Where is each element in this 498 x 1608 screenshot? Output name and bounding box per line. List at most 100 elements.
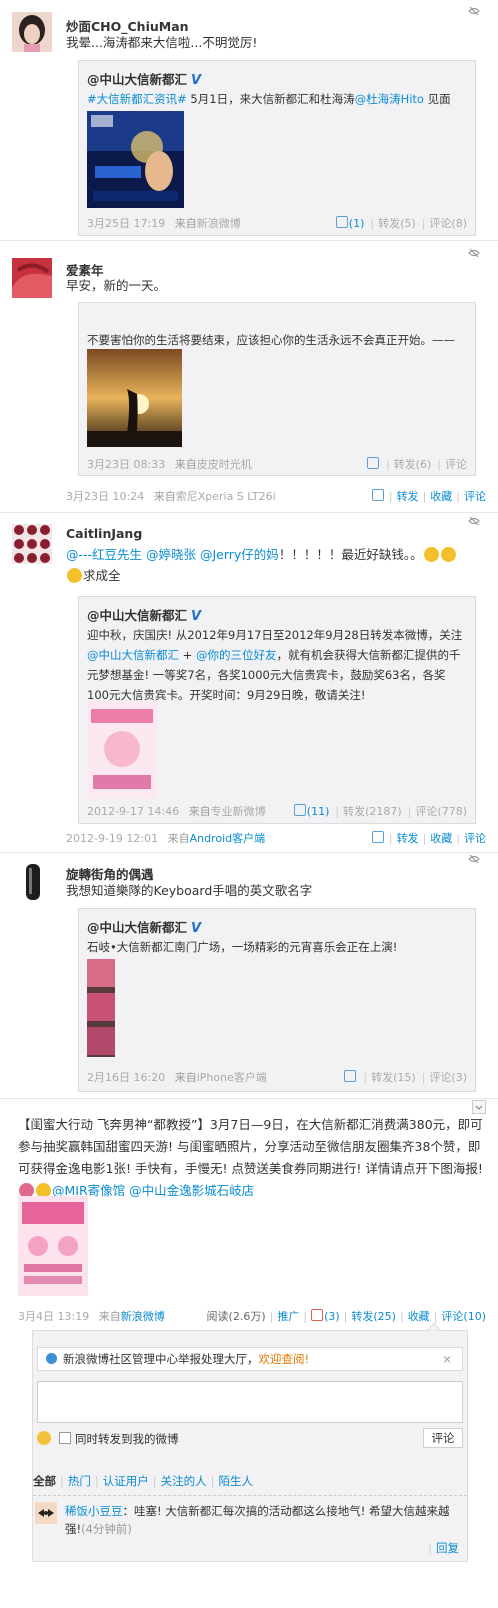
emoji-button[interactable] xyxy=(37,1431,51,1445)
comment-link[interactable]: 评论 xyxy=(445,458,467,471)
post-text: 我晕...海涛都来大信啦...不明觉厉! xyxy=(66,35,258,50)
filter-verified[interactable]: 认证用户 xyxy=(103,1474,149,1488)
feed-item: 旋轉街角的偶遇 我想知道樂隊的Keyboard手唱的英文歌名字 @中山大信新都汇… xyxy=(0,852,498,1099)
pointer-arrow xyxy=(427,1323,441,1331)
forwarded-post: @中山大信新都汇 V 迎中秋，庆国庆! 从2012年9月17日至2012年9月28… xyxy=(78,596,476,824)
verified-icon: V xyxy=(191,921,202,936)
photo-thumbnail[interactable] xyxy=(87,349,182,447)
like-button[interactable]: (1) xyxy=(330,216,364,230)
info-icon xyxy=(46,1353,57,1364)
forward-link[interactable]: 转发(5) xyxy=(378,217,416,230)
thumbs-up-icon xyxy=(366,457,379,469)
submit-comment-button[interactable]: 评论 xyxy=(423,1428,463,1448)
forward-link[interactable]: 转发(6) xyxy=(394,458,432,471)
post-meta: 2012-9-19 12:01 来自Android客户端 | 转发 | 收藏 | 评论 xyxy=(66,831,486,845)
like-button[interactable]: (3) xyxy=(311,1309,340,1323)
like-button[interactable] xyxy=(361,457,380,471)
comment-link[interactable]: 评论(8) xyxy=(429,217,467,230)
feed-item: 爱素年 早安，新的一天。 不要害怕你的生活将要结束，应该担心你的生活永远不会真正… xyxy=(0,240,498,513)
also-forward-label: 同时转发到我的微博 xyxy=(75,1432,179,1446)
crying-emoji-icon xyxy=(440,547,456,562)
comment-button[interactable]: 评论 xyxy=(464,832,486,845)
comment-user-name[interactable]: 稀饭小豆豆 xyxy=(65,1504,123,1518)
also-forward-checkbox[interactable] xyxy=(59,1432,71,1444)
poster-thumbnail[interactable] xyxy=(18,1196,88,1296)
favorite-button[interactable]: 收藏 xyxy=(430,832,452,845)
like-button[interactable] xyxy=(368,489,385,503)
filter-all[interactable]: 全部 xyxy=(33,1474,56,1488)
timestamp-link[interactable]: 2月16日 16:20 xyxy=(87,1071,165,1084)
thumbs-up-icon xyxy=(293,804,306,816)
collapse-button[interactable] xyxy=(472,1100,486,1114)
crying-emoji-icon xyxy=(67,568,82,583)
mention-link[interactable]: @中山大信新都汇 xyxy=(87,648,179,662)
source-link[interactable]: Android客户端 xyxy=(190,832,266,845)
mention-link[interactable]: @杜海涛Hito xyxy=(355,92,424,106)
avatar[interactable] xyxy=(12,12,52,52)
mention-links[interactable]: @---红豆先生 @婷晓张 @Jerry仔的妈 xyxy=(66,547,279,562)
timestamp-link[interactable]: 2012-9-17 14:46 xyxy=(87,805,179,818)
timestamp-link[interactable]: 3月23日 10:24 xyxy=(66,490,144,503)
forwarded-meta: 3月25日 17:19 来自新浪微博 (1) | 转发(5) | 评论(8) xyxy=(87,216,467,230)
promote-button[interactable]: 推广 xyxy=(277,1310,299,1323)
poster-thumbnail[interactable] xyxy=(87,111,184,208)
source-link[interactable]: 索尼Xperia S LT26i xyxy=(176,490,276,503)
like-button[interactable] xyxy=(338,1070,357,1084)
hide-icon[interactable] xyxy=(468,248,480,258)
avatar[interactable] xyxy=(12,258,52,298)
timestamp-link[interactable]: 3月23日 08:33 xyxy=(87,458,165,471)
forward-button[interactable]: 转发(25) xyxy=(351,1310,396,1323)
comment-button[interactable]: 评论 xyxy=(464,490,486,503)
forwarded-user-name[interactable]: @中山大信新都汇 xyxy=(87,608,187,623)
comment-link[interactable]: 评论(3) xyxy=(429,1071,467,1084)
mention-link[interactable]: @你的三位好友 xyxy=(196,648,277,662)
main-post-meta: 3月4日 13:19 来自新浪微博 阅读(2.6万) | 推广 | (3) | 转发(25)… xyxy=(18,1309,486,1323)
feed-item: 炒面CHO_ChiuMan 我晕...海涛都来大信啦...不明觉厉! @中山大信… xyxy=(0,0,498,241)
forwarded-meta: 3月23日 08:33 来自皮皮时光机 | 转发(6) | 评论 xyxy=(87,457,467,471)
like-button[interactable]: (11) xyxy=(288,804,329,818)
avatar[interactable] xyxy=(12,524,52,564)
comment-link[interactable]: 评论(778) xyxy=(415,805,467,818)
timestamp-link[interactable]: 3月4日 13:19 xyxy=(18,1310,89,1323)
avatar[interactable] xyxy=(12,862,52,902)
hide-icon[interactable] xyxy=(468,6,480,16)
like-button[interactable] xyxy=(368,831,385,845)
source-link[interactable]: iPhone客户端 xyxy=(197,1071,267,1084)
source-link[interactable]: 新浪微博 xyxy=(197,217,241,230)
forward-button[interactable]: 转发 xyxy=(397,832,419,845)
thumbs-up-icon xyxy=(311,1309,324,1321)
close-icon[interactable]: × xyxy=(442,1348,452,1370)
source-link[interactable]: 皮皮时光机 xyxy=(197,458,252,471)
forward-button[interactable]: 转发 xyxy=(397,490,419,503)
filter-strangers[interactable]: 陌生人 xyxy=(219,1474,254,1488)
comment-panel: 新浪微博社区管理中心举报处理大厅，欢迎查阅! × 同时转发到我的微博 评论 全部… xyxy=(32,1323,468,1562)
comment-button[interactable]: 评论(10) xyxy=(441,1310,486,1323)
thumbs-up-icon xyxy=(371,831,384,843)
forwarded-user-name[interactable]: @中山大信新都汇 xyxy=(87,72,187,87)
forward-link[interactable]: 转发(15) xyxy=(371,1071,416,1084)
source-link[interactable]: 新浪微博 xyxy=(121,1310,165,1323)
notice-link[interactable]: 欢迎查阅! xyxy=(259,1352,310,1366)
mention-link[interactable]: @中山金逸影城石岐店 xyxy=(129,1183,254,1198)
hide-icon[interactable] xyxy=(468,854,480,864)
filter-hot[interactable]: 热门 xyxy=(68,1474,91,1488)
comment-input[interactable] xyxy=(37,1381,463,1423)
forwarded-post: @中山大信新都汇 V 石岐•大信新都汇南门广场，一场精彩的元宵喜乐会正在上演! 2… xyxy=(78,908,476,1092)
comment-filters: 全部 | 热门 | 认证用户 | 关注的人 | 陌生人 xyxy=(33,1474,254,1488)
comment-avatar[interactable] xyxy=(35,1502,57,1524)
topic-link[interactable]: #大信新都汇资讯# xyxy=(87,92,187,106)
filter-following[interactable]: 关注的人 xyxy=(161,1474,207,1488)
favorite-button[interactable]: 收藏 xyxy=(408,1310,430,1323)
photo-thumbnail[interactable] xyxy=(87,959,115,1057)
poster-thumbnail[interactable] xyxy=(87,701,157,799)
reply-button[interactable]: 回复 xyxy=(436,1541,459,1555)
favorite-button[interactable]: 收藏 xyxy=(430,490,452,503)
hide-icon[interactable] xyxy=(468,516,480,526)
timestamp-link[interactable]: 3月25日 17:19 xyxy=(87,217,165,230)
forwarded-user-name[interactable]: @中山大信新都汇 xyxy=(87,920,187,935)
user-name[interactable]: CaitlinJang xyxy=(66,526,142,541)
forward-link[interactable]: 转发(2187) xyxy=(343,805,402,818)
timestamp-link[interactable]: 2012-9-19 12:01 xyxy=(66,832,158,845)
read-count: 阅读(2.6万) xyxy=(206,1310,266,1323)
source-link[interactable]: 专业新微博 xyxy=(211,805,266,818)
